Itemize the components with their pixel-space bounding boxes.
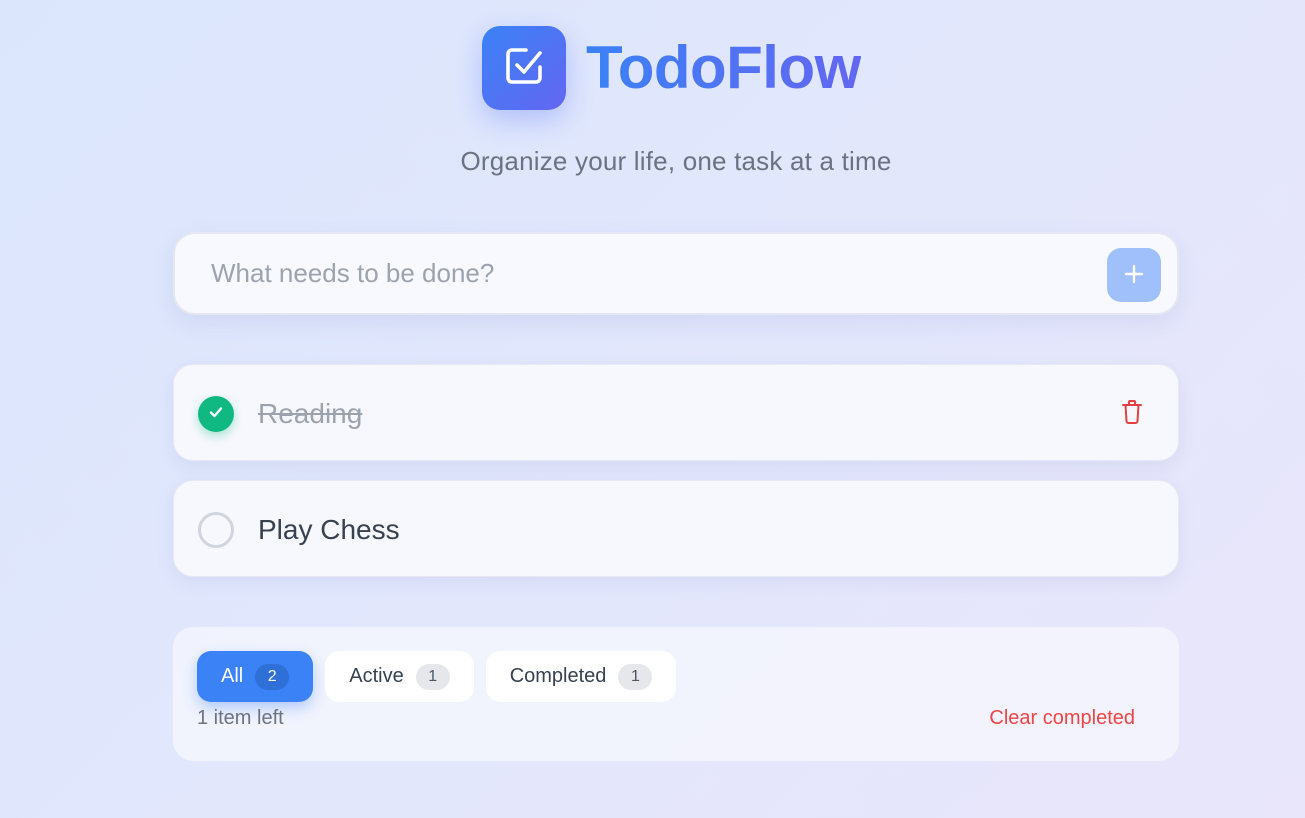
trash-icon (1121, 399, 1143, 430)
todo-toggle-checkbox[interactable] (198, 512, 234, 548)
app-title: TodoFlow (586, 26, 861, 110)
todo-item: Play Chess (173, 480, 1179, 577)
filter-label: Completed (509, 665, 607, 687)
check-icon (207, 403, 225, 426)
plus-icon (1123, 263, 1145, 288)
tagline: Organize your life, one task at a time (460, 146, 892, 176)
filter-label: Active (349, 665, 404, 687)
todo-text[interactable]: Play Chess (258, 481, 400, 578)
filter-count-badge: 2 (255, 663, 290, 690)
checkbox-icon (503, 45, 545, 92)
filter-label: All (221, 665, 244, 687)
new-todo-input[interactable] (175, 234, 1095, 313)
filter-tabs: All 2 Active 1 Completed 1 (197, 651, 688, 702)
filter-all[interactable]: All 2 (197, 651, 314, 702)
filter-count-badge: 1 (415, 663, 450, 690)
todo-text[interactable]: Reading (258, 365, 362, 462)
todo-toggle-checkbox[interactable] (198, 396, 234, 432)
delete-todo-button[interactable] (1120, 399, 1144, 430)
items-left-counter: 1 item left (197, 707, 284, 729)
brand: TodoFlow (482, 26, 861, 110)
todo-footer: All 2 Active 1 Completed 1 1 item left C… (173, 627, 1179, 761)
todo-item: Reading (173, 364, 1179, 461)
add-todo-button[interactable] (1107, 248, 1161, 302)
new-todo-form (173, 232, 1179, 315)
filter-active[interactable]: Active 1 (325, 651, 474, 702)
logo (482, 26, 566, 110)
filter-completed[interactable]: Completed 1 (485, 651, 677, 702)
filter-count-badge: 1 (618, 663, 653, 690)
clear-completed-button[interactable]: Clear completed (989, 707, 1135, 730)
